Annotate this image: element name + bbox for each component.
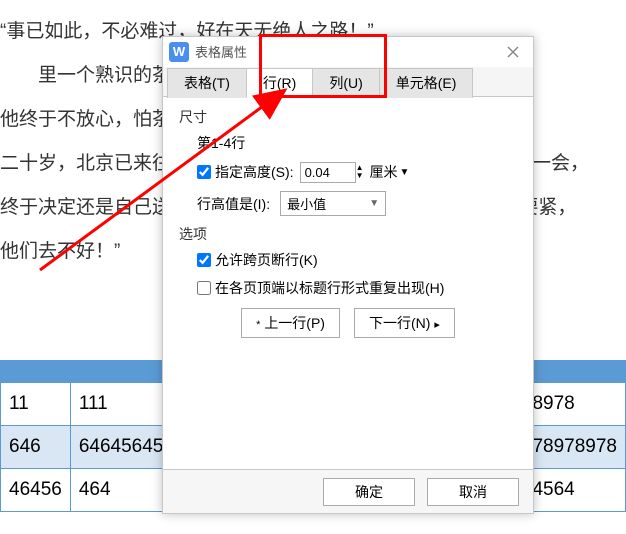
caret-down-icon: ▼ <box>369 198 379 209</box>
size-group-label: 尺寸 <box>179 107 517 127</box>
caret-down-icon: ▼ <box>399 167 409 178</box>
dialog-titlebar: W 表格属性 <box>163 37 533 67</box>
allow-break-checkbox[interactable] <box>197 253 211 267</box>
ok-button[interactable]: 确定 <box>323 478 415 506</box>
next-row-button[interactable]: 下一行(N) ▸ <box>354 308 455 338</box>
wps-logo-icon: W <box>169 42 189 62</box>
dialog-body: 尺寸 第1-4行 指定高度(S): ▲ ▼ 厘米 ▼ 行高值是(I): 最小值 <box>163 97 533 346</box>
dialog-tabs: 表格(T) 行(R) 列(U) 单元格(E) <box>163 67 533 97</box>
options-group-label: 选项 <box>179 224 517 244</box>
tab-row[interactable]: 行(R) <box>246 68 313 98</box>
close-icon <box>507 46 519 58</box>
cancel-button[interactable]: 取消 <box>427 478 519 506</box>
specify-height-label: 指定高度(S): <box>215 162 294 182</box>
allow-break-label: 允许跨页断行(K) <box>215 250 318 270</box>
height-unit-select[interactable]: 厘米 ▼ <box>369 161 409 183</box>
row-height-combo[interactable]: 最小值 ▼ <box>280 191 386 216</box>
repeat-header-label: 在各页顶端以标题行形式重复出现(H) <box>215 278 444 298</box>
tab-column[interactable]: 列(U) <box>312 68 379 98</box>
repeat-header-checkbox[interactable] <box>197 281 211 295</box>
row-height-is-label: 行高值是(I): <box>197 194 270 214</box>
close-button[interactable] <box>499 41 527 63</box>
tab-table[interactable]: 表格(T) <box>167 68 247 98</box>
specify-height-checkbox[interactable] <box>197 165 211 179</box>
spin-down-icon[interactable]: ▼ <box>356 172 364 180</box>
row-range-text: 第1-4行 <box>197 133 517 153</box>
dialog-footer: 确定 取消 <box>163 469 533 513</box>
dialog-title: 表格属性 <box>195 42 499 61</box>
prev-row-button[interactable]: * 上一行(P) <box>241 308 340 338</box>
table-properties-dialog: W 表格属性 表格(T) 行(R) 列(U) 单元格(E) 尺寸 第1-4行 指… <box>162 36 534 514</box>
tab-cell[interactable]: 单元格(E) <box>379 68 474 98</box>
height-input[interactable] <box>300 162 356 183</box>
